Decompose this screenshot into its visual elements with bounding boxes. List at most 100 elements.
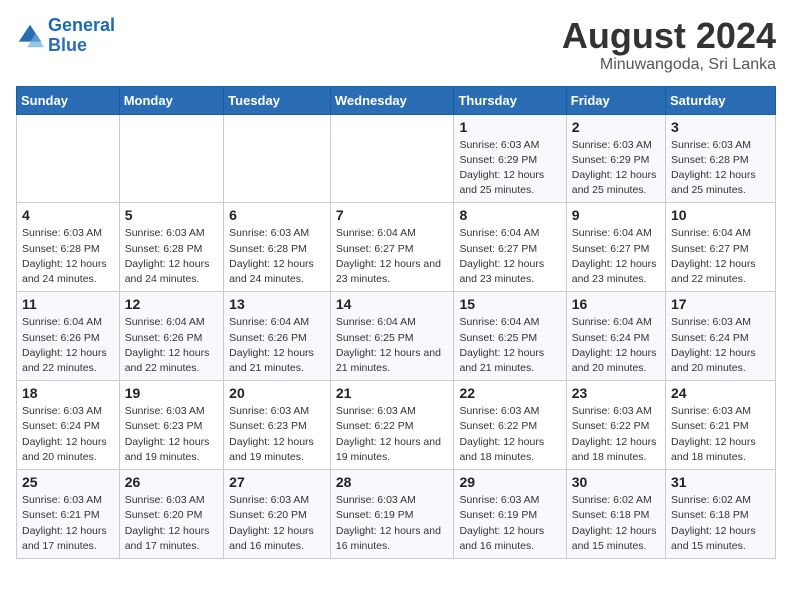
day-info: Sunrise: 6:03 AM Sunset: 6:24 PM Dayligh… — [671, 315, 770, 376]
day-number: 27 — [229, 474, 325, 490]
calendar-cell: 21 Sunrise: 6:03 AM Sunset: 6:22 PM Dayli… — [330, 381, 454, 470]
calendar-cell: 3 Sunrise: 6:03 AM Sunset: 6:28 PM Daylig… — [666, 114, 776, 203]
calendar-cell: 9Sunrise: 6:04 AM Sunset: 6:27 PM Daylig… — [566, 203, 665, 292]
column-header-friday: Friday — [566, 86, 665, 114]
calendar-cell: 28 Sunrise: 6:03 AM Sunset: 6:19 PM Dayli… — [330, 470, 454, 559]
calendar-cell: 26 Sunrise: 6:03 AM Sunset: 6:20 PM Dayli… — [119, 470, 223, 559]
day-number: 23 — [572, 385, 660, 401]
calendar-cell: 22Sunrise: 6:03 AM Sunset: 6:22 PM Dayli… — [454, 381, 566, 470]
day-info: Sunrise: 6:03 AM Sunset: 6:20 PM Dayligh… — [125, 493, 218, 554]
calendar-table: SundayMondayTuesdayWednesdayThursdayFrid… — [16, 86, 776, 559]
column-header-sunday: Sunday — [17, 86, 120, 114]
calendar-cell: 15 Sunrise: 6:04 AM Sunset: 6:25 PM Dayli… — [454, 292, 566, 381]
page-header: General Blue August 2024 Minuwangoda, Sr… — [16, 16, 776, 74]
column-header-wednesday: Wednesday — [330, 86, 454, 114]
day-info: Sunrise: 6:04 AM Sunset: 6:27 PM Dayligh… — [336, 226, 449, 287]
calendar-cell: 19 Sunrise: 6:03 AM Sunset: 6:23 PM Dayli… — [119, 381, 223, 470]
day-info: Sunrise: 6:03 AM Sunset: 6:28 PM Dayligh… — [671, 138, 770, 199]
day-info: Sunrise: 6:03 AM Sunset: 6:19 PM Dayligh… — [459, 493, 560, 554]
day-number: 15 — [459, 296, 560, 312]
calendar-cell: 6Sunrise: 6:03 AM Sunset: 6:28 PM Daylig… — [224, 203, 331, 292]
calendar-cell: 20 Sunrise: 6:03 AM Sunset: 6:23 PM Dayli… — [224, 381, 331, 470]
day-number: 4 — [22, 207, 114, 223]
column-header-monday: Monday — [119, 86, 223, 114]
calendar-cell: 16Sunrise: 6:04 AM Sunset: 6:24 PM Dayli… — [566, 292, 665, 381]
day-number: 13 — [229, 296, 325, 312]
calendar-cell: 11 Sunrise: 6:04 AM Sunset: 6:26 PM Dayli… — [17, 292, 120, 381]
calendar-week-row: 25 Sunrise: 6:03 AM Sunset: 6:21 PM Dayli… — [17, 470, 776, 559]
column-header-saturday: Saturday — [666, 86, 776, 114]
calendar-cell: 17 Sunrise: 6:03 AM Sunset: 6:24 PM Dayli… — [666, 292, 776, 381]
day-number: 17 — [671, 296, 770, 312]
day-number: 29 — [459, 474, 560, 490]
calendar-cell: 18 Sunrise: 6:03 AM Sunset: 6:24 PM Dayli… — [17, 381, 120, 470]
location: Minuwangoda, Sri Lanka — [562, 56, 776, 74]
calendar-cell — [330, 114, 454, 203]
calendar-week-row: 1 Sunrise: 6:03 AM Sunset: 6:29 PM Daylig… — [17, 114, 776, 203]
day-number: 1 — [459, 119, 560, 135]
logo-line1: General — [48, 15, 115, 35]
calendar-cell: 7 Sunrise: 6:04 AM Sunset: 6:27 PM Daylig… — [330, 203, 454, 292]
day-number: 21 — [336, 385, 449, 401]
day-info: Sunrise: 6:04 AM Sunset: 6:24 PM Dayligh… — [572, 315, 660, 376]
day-info: Sunrise: 6:03 AM Sunset: 6:21 PM Dayligh… — [671, 404, 770, 465]
calendar-cell: 23 Sunrise: 6:03 AM Sunset: 6:22 PM Dayli… — [566, 381, 665, 470]
day-number: 7 — [336, 207, 449, 223]
logo-icon — [16, 22, 44, 50]
day-info: Sunrise: 6:04 AM Sunset: 6:27 PM Dayligh… — [459, 226, 560, 287]
calendar-week-row: 18 Sunrise: 6:03 AM Sunset: 6:24 PM Dayli… — [17, 381, 776, 470]
day-number: 30 — [572, 474, 660, 490]
day-number: 25 — [22, 474, 114, 490]
day-number: 20 — [229, 385, 325, 401]
day-info: Sunrise: 6:03 AM Sunset: 6:22 PM Dayligh… — [572, 404, 660, 465]
calendar-header-row: SundayMondayTuesdayWednesdayThursdayFrid… — [17, 86, 776, 114]
calendar-cell: 12Sunrise: 6:04 AM Sunset: 6:26 PM Dayli… — [119, 292, 223, 381]
calendar-cell: 10 Sunrise: 6:04 AM Sunset: 6:27 PM Dayli… — [666, 203, 776, 292]
day-number: 3 — [671, 119, 770, 135]
day-info: Sunrise: 6:04 AM Sunset: 6:27 PM Dayligh… — [572, 226, 660, 287]
day-number: 10 — [671, 207, 770, 223]
day-number: 18 — [22, 385, 114, 401]
calendar-week-row: 11 Sunrise: 6:04 AM Sunset: 6:26 PM Dayli… — [17, 292, 776, 381]
title-block: August 2024 Minuwangoda, Sri Lanka — [562, 16, 776, 74]
calendar-cell: 31Sunrise: 6:02 AM Sunset: 6:18 PM Dayli… — [666, 470, 776, 559]
day-number: 5 — [125, 207, 218, 223]
day-info: Sunrise: 6:03 AM Sunset: 6:21 PM Dayligh… — [22, 493, 114, 554]
day-info: Sunrise: 6:03 AM Sunset: 6:22 PM Dayligh… — [459, 404, 560, 465]
day-number: 6 — [229, 207, 325, 223]
month-title: August 2024 — [562, 16, 776, 56]
day-info: Sunrise: 6:03 AM Sunset: 6:28 PM Dayligh… — [125, 226, 218, 287]
calendar-cell: 24 Sunrise: 6:03 AM Sunset: 6:21 PM Dayli… — [666, 381, 776, 470]
day-info: Sunrise: 6:03 AM Sunset: 6:29 PM Dayligh… — [459, 138, 560, 199]
day-number: 24 — [671, 385, 770, 401]
calendar-cell: 25 Sunrise: 6:03 AM Sunset: 6:21 PM Dayli… — [17, 470, 120, 559]
day-number: 11 — [22, 296, 114, 312]
calendar-cell: 5 Sunrise: 6:03 AM Sunset: 6:28 PM Daylig… — [119, 203, 223, 292]
calendar-cell: 27 Sunrise: 6:03 AM Sunset: 6:20 PM Dayli… — [224, 470, 331, 559]
calendar-cell: 8Sunrise: 6:04 AM Sunset: 6:27 PM Daylig… — [454, 203, 566, 292]
day-info: Sunrise: 6:03 AM Sunset: 6:22 PM Dayligh… — [336, 404, 449, 465]
day-info: Sunrise: 6:03 AM Sunset: 6:23 PM Dayligh… — [229, 404, 325, 465]
day-number: 28 — [336, 474, 449, 490]
day-info: Sunrise: 6:04 AM Sunset: 6:26 PM Dayligh… — [229, 315, 325, 376]
day-number: 19 — [125, 385, 218, 401]
day-info: Sunrise: 6:03 AM Sunset: 6:28 PM Dayligh… — [22, 226, 114, 287]
day-info: Sunrise: 6:03 AM Sunset: 6:23 PM Dayligh… — [125, 404, 218, 465]
logo: General Blue — [16, 16, 115, 56]
calendar-week-row: 4 Sunrise: 6:03 AM Sunset: 6:28 PM Daylig… — [17, 203, 776, 292]
day-info: Sunrise: 6:04 AM Sunset: 6:27 PM Dayligh… — [671, 226, 770, 287]
day-number: 26 — [125, 474, 218, 490]
day-info: Sunrise: 6:03 AM Sunset: 6:20 PM Dayligh… — [229, 493, 325, 554]
column-header-tuesday: Tuesday — [224, 86, 331, 114]
day-info: Sunrise: 6:03 AM Sunset: 6:24 PM Dayligh… — [22, 404, 114, 465]
day-number: 14 — [336, 296, 449, 312]
day-info: Sunrise: 6:04 AM Sunset: 6:25 PM Dayligh… — [459, 315, 560, 376]
day-info: Sunrise: 6:04 AM Sunset: 6:26 PM Dayligh… — [22, 315, 114, 376]
day-number: 31 — [671, 474, 770, 490]
calendar-cell — [17, 114, 120, 203]
calendar-cell: 1 Sunrise: 6:03 AM Sunset: 6:29 PM Daylig… — [454, 114, 566, 203]
day-info: Sunrise: 6:03 AM Sunset: 6:19 PM Dayligh… — [336, 493, 449, 554]
calendar-cell: 30Sunrise: 6:02 AM Sunset: 6:18 PM Dayli… — [566, 470, 665, 559]
calendar-cell: 13 Sunrise: 6:04 AM Sunset: 6:26 PM Dayli… — [224, 292, 331, 381]
day-info: Sunrise: 6:04 AM Sunset: 6:25 PM Dayligh… — [336, 315, 449, 376]
